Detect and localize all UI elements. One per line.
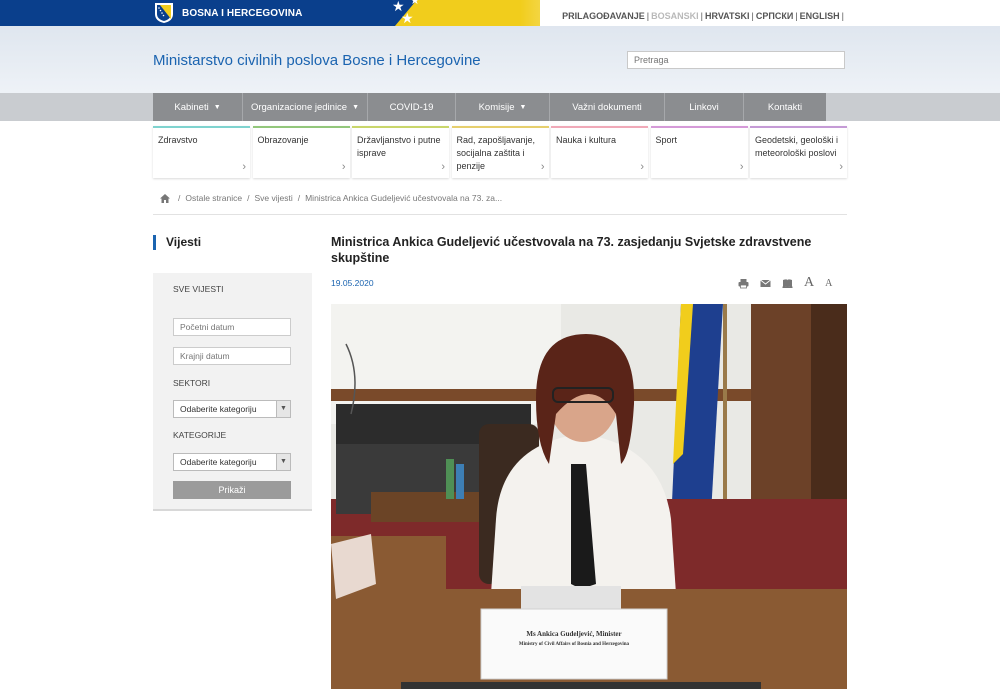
show-button[interactable]: Prikaži xyxy=(173,481,291,499)
nameplate-name: Ms Ankica Gudeljević, Minister xyxy=(526,630,622,638)
end-date-input[interactable] xyxy=(173,347,291,365)
divider xyxy=(153,214,847,215)
breadcrumb: / Ostale stranice / Sve vijesti / Minist… xyxy=(160,193,507,203)
home-icon[interactable] xyxy=(160,193,170,203)
chevron-down-icon: ▼ xyxy=(276,401,290,417)
sector-tile-drzavljanstvo[interactable]: Državljanstvo i putne isprave › xyxy=(352,126,449,178)
sector-tile-geodetski[interactable]: Geodetski, geološki i meteorološki poslo… xyxy=(750,126,847,178)
ministry-title[interactable]: Ministarstvo civilnih poslova Bosne i He… xyxy=(153,52,481,69)
sector-tile-sport[interactable]: Sport › xyxy=(650,126,748,178)
breadcrumb-sve-vijesti[interactable]: Sve vijesti xyxy=(254,193,292,203)
caret-down-icon: ▼ xyxy=(352,103,360,111)
lang-english[interactable]: ENGLISH xyxy=(800,11,840,21)
header-banner xyxy=(0,26,1000,93)
breadcrumb-sep: / xyxy=(297,193,301,203)
breadcrumb-current: Ministrica Ankica Gudeljević učestvovala… xyxy=(305,193,503,203)
nav-covid-19[interactable]: COVID-19 xyxy=(368,93,456,121)
nav-linkovi[interactable]: Linkovi xyxy=(665,93,744,121)
top-bar: ★ ★ ★ xyxy=(0,0,1000,26)
star-icon: ★ xyxy=(401,10,414,26)
news-filter-panel: SVE VIJESTI SEKTORI Odaberite kategoriju… xyxy=(153,273,312,511)
nameplate-ministry: Ministry of Civil Affairs of Bosnia and … xyxy=(518,642,630,647)
article-date: 19.05.2020 xyxy=(331,278,374,288)
start-date-input[interactable] xyxy=(173,318,291,336)
main-nav: Kabineti ▼ Organizacione jedinice ▼ COVID-… xyxy=(153,93,847,121)
chevron-right-icon: › xyxy=(739,161,744,173)
nav-vazni-dokumenti[interactable]: Važni dokumenti xyxy=(550,93,665,121)
sectors-select[interactable]: Odaberite kategoriju ▼ xyxy=(173,400,291,418)
lang-srpski[interactable]: СРПСКИ xyxy=(756,11,793,21)
sector-tile-zdravstvo[interactable]: Zdravstvo › xyxy=(153,126,250,178)
lang-hrvatski[interactable]: HRVATSKI xyxy=(705,11,750,21)
breadcrumb-ostale-stranice[interactable]: Ostale stranice xyxy=(185,193,242,203)
sector-tile-nauka[interactable]: Nauka i kultura › xyxy=(551,126,648,178)
breadcrumb-sep: / xyxy=(247,193,250,203)
email-icon[interactable] xyxy=(760,278,771,289)
nav-komisije[interactable]: Komisije ▼ xyxy=(456,93,550,121)
star-icon: ★ xyxy=(410,0,420,7)
article-tools: A A xyxy=(738,275,832,291)
sector-tile-obrazovanje[interactable]: Obrazovanje › xyxy=(252,126,350,178)
article-photo: Ms Ankica Gudeljević, Minister Ministry … xyxy=(331,304,847,689)
chevron-right-icon: › xyxy=(341,161,346,173)
sector-tiles: Zdravstvo › Obrazovanje › Državljanstvo i … xyxy=(153,126,847,178)
breadcrumb-sep: / xyxy=(178,193,181,203)
sidebar-title: Vijesti xyxy=(153,235,201,250)
caret-down-icon: ▼ xyxy=(213,103,221,111)
sector-tile-rad[interactable]: Rad, zapošljavanje, socijalna zaštita i … xyxy=(451,126,549,178)
chevron-right-icon: › xyxy=(839,161,843,173)
font-decrease-icon[interactable]: A xyxy=(825,278,832,289)
categories-select[interactable]: Odaberite kategoriju ▼ xyxy=(173,453,291,471)
all-news-link[interactable]: SVE VIJESTI xyxy=(173,284,224,294)
pdf-icon[interactable] xyxy=(782,278,793,289)
article-title: Ministrica Ankica Gudeljević učestvovala… xyxy=(331,235,812,265)
lang-bosanski[interactable]: BOSANSKI xyxy=(651,11,699,21)
language-switcher: PRILAGOĐAVANJE | BOSANSKI | HRVATSKI | СРПСКИ |… xyxy=(562,11,844,21)
categories-label: KATEGORIJE xyxy=(173,430,227,440)
sectors-label: SEKTORI xyxy=(173,378,211,388)
coat-of-arms-logo[interactable] xyxy=(154,2,174,24)
nav-kabineti[interactable]: Kabineti ▼ xyxy=(153,93,243,121)
font-increase-icon[interactable]: A xyxy=(804,275,814,291)
search-input[interactable] xyxy=(627,51,845,69)
nav-kontakti[interactable]: Kontakti xyxy=(744,93,826,121)
chevron-right-icon: › xyxy=(640,161,644,173)
chevron-right-icon: › xyxy=(441,161,445,173)
print-icon[interactable] xyxy=(738,278,749,289)
caret-down-icon: ▼ xyxy=(519,103,527,111)
country-name[interactable]: BOSNA I HERCEGOVINA xyxy=(182,8,302,19)
nav-organizacione-jedinice[interactable]: Organizacione jedinice ▼ xyxy=(243,93,368,121)
chevron-right-icon: › xyxy=(242,161,246,173)
chevron-right-icon: › xyxy=(540,161,545,173)
lang-accessibility[interactable]: PRILAGOĐAVANJE xyxy=(562,11,645,21)
chevron-down-icon: ▼ xyxy=(276,454,290,470)
